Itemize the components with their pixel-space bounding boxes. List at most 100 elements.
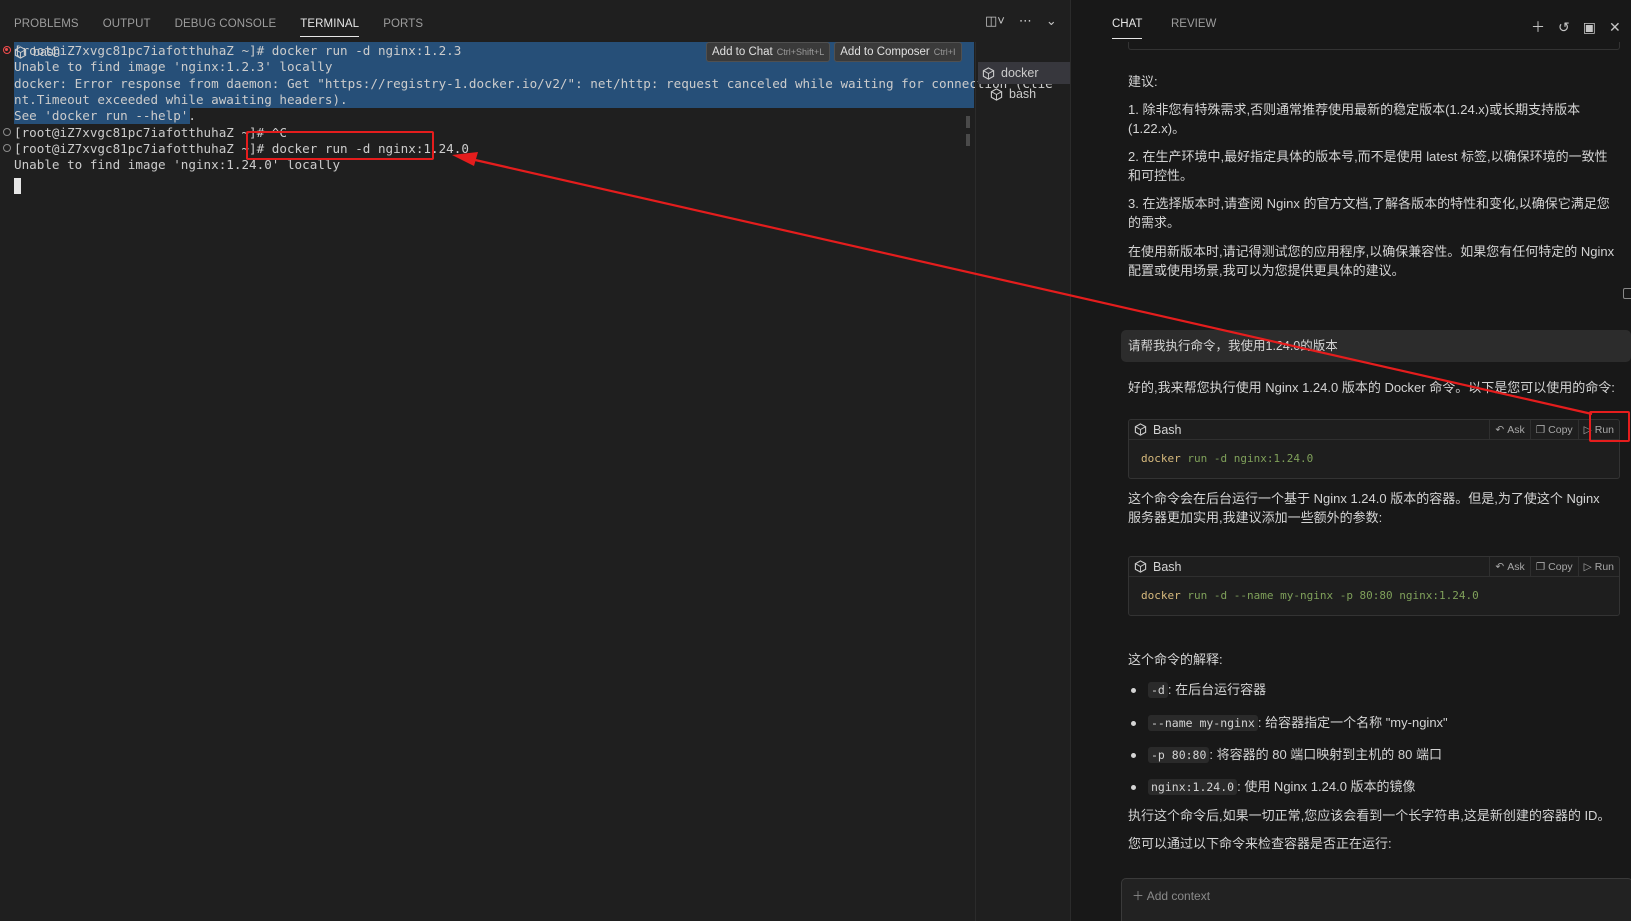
suggest-heading: 建议:	[1128, 74, 1158, 89]
ask-button[interactable]: ↶ Ask	[1489, 420, 1529, 440]
inline-code: nginx:1.24.0	[1148, 779, 1238, 795]
copy-icon[interactable]	[1623, 288, 1631, 299]
tab-output[interactable]: OUTPUT	[91, 6, 163, 42]
copy-icon: ❐	[1535, 424, 1546, 436]
ask-label: Ask	[1507, 561, 1525, 573]
terminal-list-item-bash[interactable]: bash	[10, 41, 122, 63]
code-command: docker	[1141, 589, 1181, 602]
copy-button[interactable]: ❐ Copy	[1529, 557, 1578, 577]
explain-text: 这个命令会在后台运行一个基于 Nginx 1.24.0 版本的容器。但是,为了使…	[1128, 491, 1600, 525]
split-terminal-icon[interactable]: ◫˅	[985, 14, 1005, 28]
maximize-icon[interactable]: ▣	[1583, 20, 1596, 34]
terminal-output[interactable]: [root@iZ7xvgc81pc7iafotthuhaZ ~]# docker…	[0, 42, 1053, 921]
bash-icon	[990, 87, 1003, 101]
suggestion-item: 1. 除非您有特殊需求,否则通常推荐使用最新的稳定版本(1.24.x)或长期支持…	[1128, 102, 1581, 136]
tab-problems[interactable]: PROBLEMS	[0, 6, 91, 42]
code-block-header: Bash ↶ Ask ❐ Copy ▷ Run	[1129, 420, 1619, 440]
explain-heading: 这个命令的解释:	[1128, 652, 1223, 667]
suggestion-item: 2. 在生产环境中,最好指定具体的版本号,而不是使用 latest 标签,以确保…	[1128, 149, 1608, 183]
add-context-label: Add context	[1146, 889, 1211, 903]
terminal-list-label: bash	[1009, 87, 1037, 101]
chat-panel: CHAT REVIEW ＋ ↺ ▣ ✕ 建议: 1. 除非您有特殊需求,否则通常…	[1070, 0, 1631, 921]
tab-review[interactable]: REVIEW	[1171, 6, 1216, 42]
command-decoration-icon[interactable]	[3, 144, 11, 152]
code-language: Bash	[1134, 423, 1182, 437]
code-actions: ↶ Ask ❐ Copy ▷ Run	[1489, 557, 1619, 577]
add-to-composer-label: Add to Composer	[840, 46, 930, 58]
copy-label: Copy	[1548, 561, 1573, 573]
play-icon: ▷	[1583, 561, 1592, 573]
panel-divider[interactable]	[975, 42, 976, 921]
ask-button[interactable]: ↶ Ask	[1489, 557, 1529, 577]
code-block-header: Bash ↶ Ask ❐ Copy ▷ Run	[1129, 557, 1619, 577]
run-label: Run	[1594, 561, 1614, 573]
list-item-text: : 使用 Nginx 1.24.0 版本的镜像	[1237, 779, 1416, 794]
suggestion-item: 3. 在选择版本时,请查阅 Nginx 的官方文档,了解各版本的特性和变化,以确…	[1128, 196, 1610, 230]
scrollbar-marker[interactable]	[966, 116, 970, 128]
reply-icon: ↶	[1495, 561, 1505, 573]
terminal-line: nt.Timeout exceeded while awaiting heade…	[14, 92, 348, 107]
panel-tab-bar: PROBLEMS OUTPUT DEBUG CONSOLE TERMINAL P…	[0, 6, 1070, 42]
code-language-label: Bash	[1153, 559, 1182, 574]
shortcut-hint: Ctrl+Shift+L	[776, 47, 825, 57]
list-item: -d: 在后台运行容器	[1128, 680, 1266, 700]
add-context-button[interactable]: ＋ Add context	[1132, 887, 1210, 904]
selection-actions: Add to Chat Ctrl+Shift+L Add to Composer C…	[706, 42, 962, 62]
chat-tab-bar: CHAT REVIEW ＋ ↺ ▣ ✕	[1071, 6, 1631, 42]
code-block: Bash ↶ Ask ❐ Copy ▷ Run docker run -d nginx…	[1128, 419, 1620, 479]
code-language: Bash	[1134, 560, 1182, 574]
tab-terminal[interactable]: TERMINAL	[288, 6, 371, 42]
close-icon[interactable]: ✕	[1609, 20, 1621, 34]
list-item: --name my-nginx: 给容器指定一个名称 "my-nginx"	[1128, 713, 1448, 733]
reply-intro: 好的,我来帮您执行使用 Nginx 1.24.0 版本的 Docker 命令。以…	[1128, 380, 1615, 395]
code-content[interactable]: docker run -d --name my-nginx -p 80:80 n…	[1129, 577, 1619, 615]
bash-icon	[14, 45, 27, 59]
plus-icon[interactable]: ＋	[1531, 20, 1545, 34]
list-item-text: : 将容器的 80 端口映射到主机的 80 端口	[1209, 747, 1442, 762]
tab-chat[interactable]: CHAT	[1112, 6, 1143, 42]
list-item-text: : 在后台运行容器	[1167, 682, 1267, 697]
inline-code: -d	[1148, 682, 1168, 698]
result-text: 执行这个命令后,如果一切正常,您应该会看到一个长字符串,这是新创建的容器的 ID…	[1128, 808, 1611, 823]
closing-text: 在使用新版本时,请记得测试您的应用程序,以确保兼容性。如果您有任何特定的 Ngi…	[1128, 244, 1615, 278]
chat-input[interactable]: ＋ Add context	[1121, 878, 1631, 921]
user-message: 请帮我执行命令，我使用1.24.0的版本	[1121, 330, 1631, 362]
copy-button[interactable]: ❐ Copy	[1529, 420, 1578, 440]
add-to-chat-label: Add to Chat	[712, 46, 773, 58]
code-content[interactable]: docker run -d nginx:1.24.0	[1129, 440, 1619, 478]
inline-code: --name my-nginx	[1148, 715, 1258, 731]
chat-actions: ＋ ↺ ▣ ✕	[1531, 20, 1621, 34]
scrollbar-marker[interactable]	[966, 134, 970, 146]
command-decoration-icon[interactable]	[3, 128, 11, 136]
terminal-line: See 'docker run --help'.	[14, 108, 196, 123]
history-icon[interactable]: ↺	[1558, 20, 1570, 34]
copy-icon: ❐	[1535, 561, 1546, 573]
code-args: run -d nginx:1.24.0	[1180, 452, 1314, 465]
annotation-box	[1589, 411, 1630, 442]
run-button[interactable]: ▷ Run	[1577, 557, 1619, 577]
code-language-label: Bash	[1153, 422, 1182, 437]
terminal-cursor	[14, 178, 21, 194]
bash-icon	[1134, 560, 1147, 573]
code-block: Bash ↶ Ask ❐ Copy ▷ Run docker run -d --nam…	[1128, 556, 1620, 616]
panel-actions: ◫˅ ⋯ ⌄ ✕	[985, 14, 1082, 28]
list-item: nginx:1.24.0: 使用 Nginx 1.24.0 版本的镜像	[1128, 777, 1416, 797]
reply-icon: ↶	[1495, 424, 1505, 436]
tab-ports[interactable]: PORTS	[371, 6, 435, 42]
shortcut-hint: Ctrl+I	[933, 47, 956, 57]
terminal-list-label: docker	[1001, 66, 1039, 80]
more-actions-icon[interactable]: ⋯	[1019, 14, 1032, 28]
ask-label: Ask	[1507, 424, 1525, 436]
add-to-chat-button[interactable]: Add to Chat Ctrl+Shift+L	[706, 42, 831, 62]
terminal-list-label: bash	[33, 45, 61, 59]
docker-icon	[982, 66, 995, 80]
check-text: 您可以通过以下命令来检查容器是否正在运行:	[1128, 836, 1392, 851]
bottom-panel: PROBLEMS OUTPUT DEBUG CONSOLE TERMINAL P…	[0, 0, 1082, 921]
add-to-composer-button[interactable]: Add to Composer Ctrl+I	[834, 42, 962, 62]
prev-code-block-edge	[1128, 42, 1620, 50]
tab-debug-console[interactable]: DEBUG CONSOLE	[163, 6, 289, 42]
code-args: run -d --name my-nginx -p 80:80 nginx:1.…	[1180, 589, 1479, 602]
chevron-down-icon[interactable]: ⌄	[1046, 14, 1057, 28]
list-item-text: : 给容器指定一个名称 "my-nginx"	[1257, 715, 1448, 730]
annotation-box	[246, 131, 434, 160]
